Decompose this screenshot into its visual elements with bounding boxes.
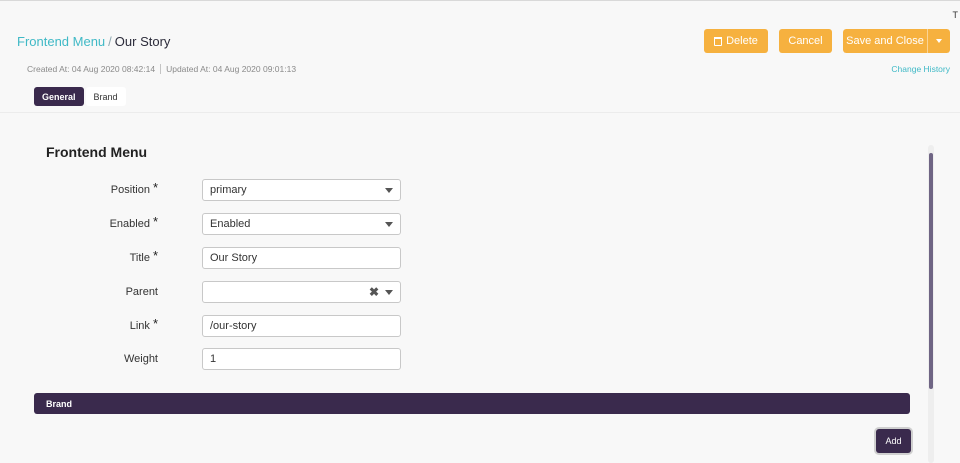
enabled-select[interactable]: Enabled [202, 213, 401, 235]
breadcrumb-current: Our Story [114, 34, 171, 49]
scrollbar-thumb[interactable] [929, 153, 933, 389]
corner-mark: T [952, 10, 959, 20]
link-label: Link * [130, 315, 158, 337]
title-label: Title * [130, 247, 158, 269]
cancel-button[interactable]: Cancel [779, 29, 832, 53]
form-row-parent: Parent ✖ [0, 281, 420, 303]
top-border [0, 0, 960, 1]
position-select[interactable]: primary [202, 179, 401, 201]
enabled-label-text: Enabled [109, 218, 150, 230]
enabled-value: Enabled [210, 218, 251, 230]
parent-label: Parent [126, 281, 158, 303]
caret-down-icon [385, 221, 393, 227]
required-marker: * [152, 179, 158, 195]
meta-divider [160, 64, 162, 74]
save-options-dropdown-button[interactable] [927, 29, 950, 53]
delete-button-label: Delete [726, 35, 758, 47]
parent-label-text: Parent [125, 286, 158, 298]
tab-brand[interactable]: Brand [85, 87, 126, 106]
caret-down-icon [936, 39, 942, 43]
link-label-text: Link [129, 320, 150, 332]
tab-general[interactable]: General [34, 87, 84, 106]
caret-down-icon [385, 187, 393, 193]
form-row-link: Link * /our-story [0, 315, 420, 337]
parent-select[interactable]: ✖ [202, 281, 401, 303]
required-marker: * [152, 213, 158, 229]
breadcrumb: Frontend Menu / Our Story [17, 34, 170, 50]
weight-input[interactable]: 1 [202, 348, 401, 370]
updated-at: Updated At: 04 Aug 2020 09:01:13 [166, 64, 297, 74]
weight-label: Weight [124, 348, 158, 370]
position-value: primary [210, 184, 247, 196]
breadcrumb-link-frontend-menu[interactable]: Frontend Menu [17, 34, 105, 49]
trash-icon [714, 36, 723, 46]
record-meta: Created At: 04 Aug 2020 08:42:14 Updated… [27, 64, 296, 74]
enabled-label: Enabled * [110, 213, 158, 235]
title-label-text: Title [129, 252, 150, 264]
position-label-text: Position [110, 184, 150, 196]
position-label: Position * [111, 179, 158, 201]
required-marker: * [152, 315, 158, 331]
save-close-split-button: Save and Close [843, 29, 950, 53]
required-marker: * [152, 247, 158, 263]
change-history-link[interactable]: Change History [891, 64, 950, 74]
title-input[interactable]: Our Story [202, 247, 401, 269]
header-actions: Delete Cancel Save and Close [704, 29, 950, 53]
weight-value: 1 [210, 353, 217, 365]
content-divider [0, 112, 960, 113]
tab-bar: General Brand [34, 87, 126, 106]
weight-label-text: Weight [123, 353, 158, 365]
breadcrumb-separator: / [108, 34, 112, 49]
link-value: /our-story [210, 320, 257, 332]
form-row-weight: Weight 1 [0, 348, 420, 370]
section-title: Frontend Menu [46, 144, 148, 160]
save-and-close-button[interactable]: Save and Close [843, 29, 927, 53]
created-at: Created At: 04 Aug 2020 08:42:14 [27, 64, 156, 74]
form-row-enabled: Enabled * Enabled [0, 213, 420, 235]
delete-button[interactable]: Delete [704, 29, 768, 53]
form-row-position: Position * primary [0, 179, 420, 201]
brand-section-header[interactable]: Brand [34, 393, 910, 414]
clear-x-icon[interactable]: ✖ [369, 286, 379, 298]
link-input[interactable]: /our-story [202, 315, 401, 337]
title-value: Our Story [210, 252, 258, 264]
add-brand-button[interactable]: Add [876, 429, 911, 453]
form-row-title: Title * Our Story [0, 247, 420, 269]
caret-down-icon [385, 289, 393, 295]
